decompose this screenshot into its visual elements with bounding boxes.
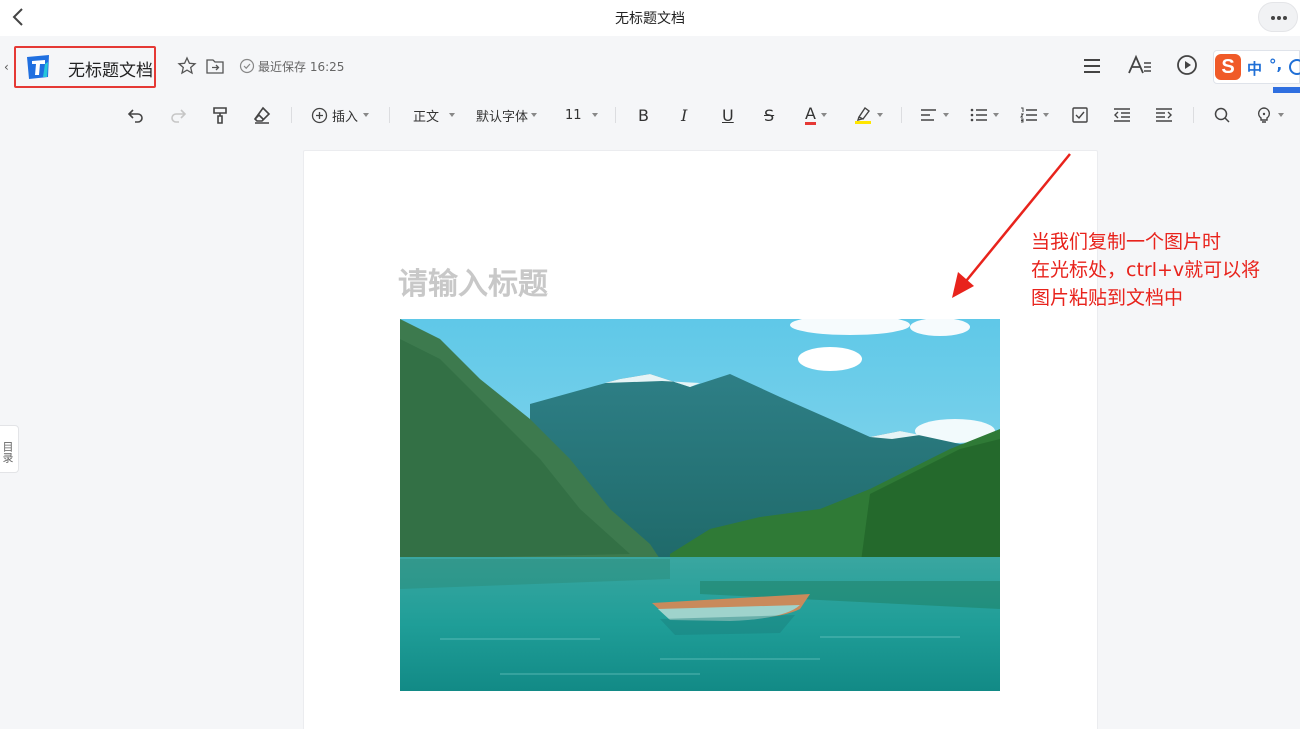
bold-label: B [638, 105, 649, 125]
more-options-button[interactable] [1258, 2, 1298, 32]
chevron-down-icon [820, 113, 827, 117]
checklist-button[interactable] [1071, 104, 1089, 126]
undo-icon [127, 109, 143, 123]
text-format-icon[interactable] [1127, 54, 1153, 76]
align-button[interactable] [920, 104, 949, 126]
paragraph-style-select[interactable]: 正文 [413, 104, 456, 126]
search-icon [1214, 107, 1230, 123]
bullet-list-icon [970, 108, 987, 122]
star-icon[interactable] [177, 56, 197, 76]
format-painter-button[interactable] [210, 104, 230, 126]
font-family-value: 默认字体 [476, 109, 529, 125]
indent-button[interactable] [1155, 104, 1173, 126]
bullet-list-button[interactable] [970, 104, 999, 126]
undo-button[interactable] [126, 104, 146, 126]
landscape-image [400, 319, 1000, 691]
highlighter-icon [855, 106, 871, 124]
pasted-image[interactable] [400, 319, 1000, 691]
redo-button[interactable] [168, 104, 188, 126]
ime-accent-tab [1273, 87, 1300, 93]
font-color-glyph: A [805, 103, 816, 125]
format-toolbar: 插入 正文 默认字体 11 B I U S A [0, 100, 1300, 130]
chevron-down-icon [993, 113, 999, 117]
eraser-icon [253, 106, 271, 124]
chevron-down-icon [591, 113, 598, 117]
insert-label: 插入 [332, 109, 359, 125]
outdent-icon [1114, 108, 1130, 122]
clear-format-button[interactable] [252, 104, 272, 126]
document-title-area[interactable]: 无标题文档 [14, 46, 156, 88]
title-placeholder[interactable]: 请输入标题 [398, 259, 548, 303]
strikethrough-label: S [764, 105, 775, 125]
underline-label: U [722, 105, 734, 125]
chevron-down-icon [1278, 113, 1284, 117]
indent-icon [1156, 108, 1172, 122]
save-status: 最近保存 16:25 [258, 60, 345, 74]
move-to-folder-icon[interactable] [205, 57, 225, 75]
chevron-down-icon [1043, 113, 1049, 117]
toolbar-divider [291, 107, 292, 123]
format-painter-icon [213, 107, 227, 124]
chevron-down-icon [363, 113, 370, 117]
italic-button[interactable]: I [681, 104, 687, 126]
chevron-down-icon [877, 113, 883, 117]
toolbar-divider [901, 107, 902, 123]
toolbar-divider [615, 107, 616, 123]
strikethrough-button[interactable]: S [764, 104, 774, 126]
highlight-color-button[interactable] [854, 104, 883, 126]
document-name[interactable]: 无标题文档 [68, 56, 153, 81]
saved-check-icon [239, 58, 255, 74]
redo-icon [171, 109, 187, 123]
checkbox-icon [1072, 107, 1088, 123]
presentation-play-icon[interactable] [1176, 54, 1198, 76]
ime-emoji-icon[interactable] [1289, 59, 1300, 75]
font-color-button[interactable]: A [805, 104, 827, 126]
paragraph-style-value: 正文 [413, 109, 440, 125]
ime-chinese-mode[interactable]: 中 [1247, 58, 1262, 79]
sogou-logo-icon: S [1215, 54, 1241, 80]
align-left-icon [921, 109, 936, 121]
more-tools-button[interactable] [1255, 104, 1284, 126]
annotation-text: 当我们复制一个图片时 在光标处，ctrl+v就可以将 图片粘贴到文档中 [1031, 228, 1260, 312]
window-title: 无标题文档 [615, 11, 685, 27]
annotation-line: 图片粘贴到文档中 [1031, 287, 1184, 309]
font-family-select[interactable]: 默认字体 [476, 104, 538, 126]
collapse-chevron-icon[interactable]: ‹ [4, 60, 9, 74]
font-size-select[interactable]: 11 [565, 104, 598, 126]
underline-button[interactable]: U [722, 104, 734, 126]
docs-logo-icon [27, 55, 49, 79]
annotation-line: 在光标处，ctrl+v就可以将 [1031, 259, 1261, 281]
insert-menu[interactable]: 插入 [311, 104, 370, 126]
menu-icon[interactable] [1081, 56, 1103, 76]
document-header: ‹ 无标题文档 最近保存 16:25 S 中 °, [0, 36, 1300, 96]
outdent-button[interactable] [1113, 104, 1131, 126]
numbered-list-button[interactable] [1020, 104, 1049, 126]
search-button[interactable] [1213, 104, 1231, 126]
toolbar-divider [389, 107, 390, 123]
chevron-down-icon [531, 113, 538, 117]
ime-punctuation-mode[interactable]: °, [1269, 56, 1282, 74]
outline-toggle[interactable]: 目录 [0, 425, 19, 473]
chevron-down-icon [943, 113, 949, 117]
italic-label: I [681, 105, 688, 125]
toolbar-divider [1193, 107, 1194, 123]
window-title-bar: 无标题文档 [0, 0, 1300, 36]
annotation-line: 当我们复制一个图片时 [1031, 231, 1222, 253]
lightbulb-icon [1257, 107, 1271, 123]
plus-circle-icon [311, 107, 328, 123]
numbered-list-icon [1020, 107, 1037, 123]
input-method-bar[interactable]: S 中 °, [1213, 50, 1300, 84]
bold-button[interactable]: B [638, 104, 649, 126]
chevron-down-icon [449, 113, 456, 117]
font-size-value: 11 [565, 107, 582, 123]
